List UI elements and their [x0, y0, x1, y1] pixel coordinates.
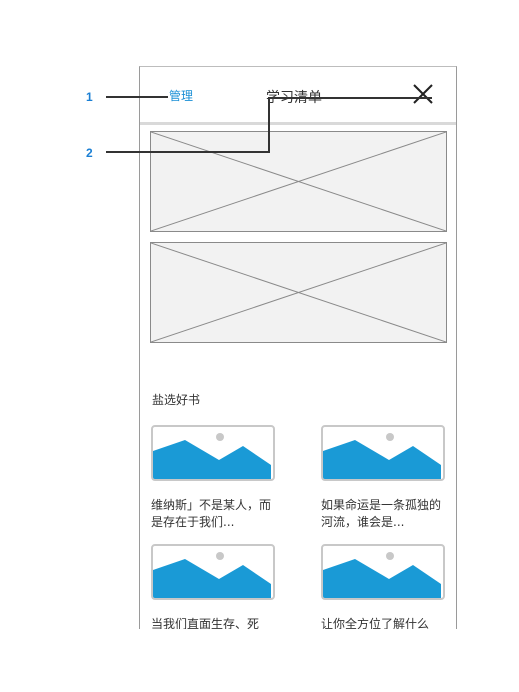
leader-line-2	[106, 151, 270, 153]
image-icon	[323, 552, 441, 598]
book-cover	[151, 425, 275, 481]
book-card-3[interactable]: 当我们直面生存、死	[151, 544, 275, 629]
book-card-2[interactable]: 如果命运是一条孤独的河流，谁会是...	[321, 425, 445, 531]
image-icon	[153, 552, 271, 598]
close-icon[interactable]	[412, 83, 434, 105]
book-caption: 当我们直面生存、死	[151, 617, 260, 629]
book-caption: 维纳斯」不是某人，而是存在于我们...	[151, 498, 272, 529]
banner-placeholder-2[interactable]	[150, 242, 447, 343]
book-caption: 如果命运是一条孤独的河流，谁会是...	[321, 498, 442, 529]
book-cover	[321, 425, 445, 481]
leader-line-2-vertical	[268, 98, 270, 153]
book-card-1[interactable]: 维纳斯」不是某人，而是存在于我们...	[151, 425, 275, 531]
image-icon	[153, 433, 271, 479]
leader-line-1	[106, 96, 168, 98]
book-caption: 让你全方位了解什么	[321, 617, 430, 629]
image-placeholder-icon	[151, 132, 446, 231]
book-cover	[321, 544, 445, 600]
manage-link[interactable]: 管理	[169, 87, 193, 104]
book-cover	[151, 544, 275, 600]
leader-line-2-top	[268, 97, 432, 99]
header-bar: 管理 学习清单	[140, 67, 456, 125]
section-title: 盐选好书	[152, 393, 201, 407]
image-icon	[323, 433, 441, 479]
annotation-1: 1	[86, 90, 93, 104]
book-card-4[interactable]: 让你全方位了解什么	[321, 544, 445, 629]
annotation-2: 2	[86, 146, 93, 160]
banner-placeholder-1[interactable]	[150, 131, 447, 232]
image-placeholder-icon	[151, 243, 446, 342]
